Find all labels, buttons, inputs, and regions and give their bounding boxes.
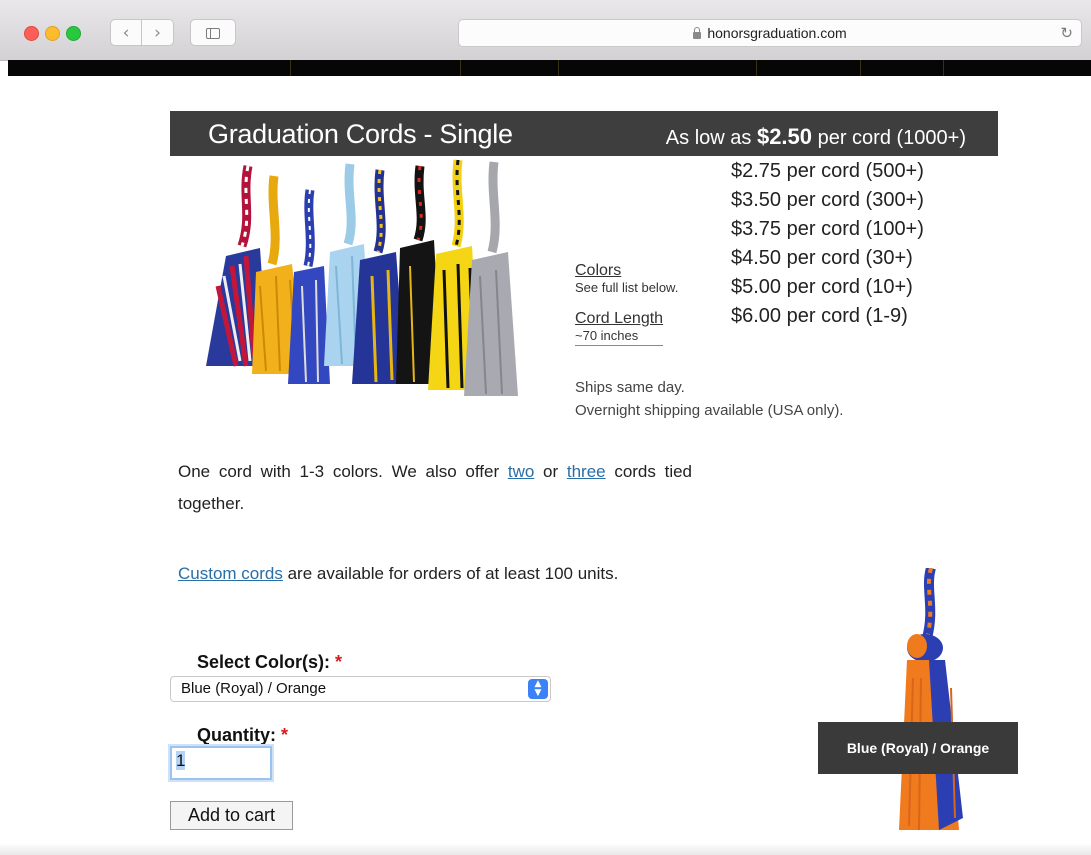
quantity-label: Quantity: * [197, 725, 288, 746]
sidebar-toggle-button[interactable] [190, 19, 236, 46]
cord-royal-blue-white [288, 189, 330, 384]
back-button[interactable]: ‹ [110, 19, 142, 46]
forward-button[interactable]: › [142, 19, 174, 46]
minimize-window-button[interactable] [45, 26, 60, 41]
required-marker: * [281, 725, 289, 745]
required-marker: * [335, 652, 343, 672]
product-banner: Graduation Cords - Single As low as $2.5… [170, 111, 998, 156]
add-to-cart-button[interactable]: Add to cart [170, 801, 293, 830]
cord-length-value: ~70 inches [575, 328, 639, 343]
quantity-value: 1 [176, 751, 186, 770]
custom-cords-link[interactable]: Custom cords [178, 564, 283, 583]
colors-label: Colors [575, 262, 622, 279]
cord-length-label: Cord Length [575, 310, 664, 327]
url-text: honorsgraduation.com [707, 25, 847, 41]
color-preview-caption: Blue (Royal) / Orange [818, 722, 1018, 774]
select-color-label: Select Color(s): * [197, 652, 342, 673]
custom-cords-note: Custom cords are available for orders of… [178, 558, 692, 590]
color-select-value: Blue (Royal) / Orange [181, 680, 327, 697]
browser-toolbar: ‹ › honorsgraduation.com ↻ [0, 0, 1091, 61]
close-window-button[interactable] [24, 26, 39, 41]
desc-text: are available for orders of at least 100… [282, 564, 619, 583]
price-tier: $4.50 per cord (30+) [731, 247, 913, 269]
overnight-shipping: Overnight shipping available (USA only). [575, 402, 844, 419]
site-nav-bar [8, 60, 1091, 76]
colors-note: See full list below. [575, 280, 679, 295]
price-value: $2.50 [756, 124, 813, 149]
sidebar-icon [206, 27, 220, 39]
cord-length-spec: Cord Length ~70 inches [575, 310, 664, 346]
shipping-info: Ships same day. Overnight shipping avail… [575, 376, 843, 422]
desc-text: or [534, 462, 567, 481]
desc-text: One cord with 1-3 colors. We also offer [178, 462, 508, 481]
two-cords-link[interactable]: two [508, 462, 534, 481]
three-cords-link[interactable]: three [567, 462, 606, 481]
price-tier: $6.00 per cord (1-9) [731, 305, 908, 327]
product-title: Graduation Cords - Single [208, 119, 513, 149]
price-tier: $3.75 per cord (100+) [731, 218, 924, 240]
quantity-text: Quantity: [197, 725, 276, 745]
chevron-right-icon: › [154, 23, 161, 43]
select-updown-icon: ▲ ▼ [528, 679, 548, 699]
lowest-price: As low as $2.50 per cord (1000+) [666, 124, 966, 150]
quantity-input[interactable]: 1 [170, 746, 272, 780]
address-bar[interactable]: honorsgraduation.com ↻ [458, 19, 1082, 47]
price-prefix: As low as [665, 127, 757, 149]
reload-icon[interactable]: ↻ [1060, 20, 1073, 46]
lock-icon [693, 26, 702, 39]
selected-cord-preview-image [899, 568, 963, 831]
price-tier: $5.00 per cord (10+) [731, 276, 913, 298]
zoom-window-button[interactable] [66, 26, 81, 41]
price-tier-list: $2.75 per cord (500+) $3.50 per cord (30… [731, 160, 924, 334]
chevron-left-icon: ‹ [122, 23, 130, 43]
product-description: One cord with 1-3 colors. We also offer … [178, 456, 692, 520]
select-color-text: Select Color(s): [197, 652, 331, 672]
ships-same-day: Ships same day. [575, 379, 685, 396]
price-suffix: per cord (1000+) [812, 127, 966, 149]
color-select[interactable]: Blue (Royal) / Orange ▲ ▼ [170, 676, 551, 702]
cord-silver [464, 161, 518, 396]
colors-spec: Colors See full list below. [575, 262, 678, 295]
price-tier: $2.75 per cord (500+) [731, 160, 924, 182]
graduation-cords-image [206, 159, 518, 396]
price-tier: $3.50 per cord (300+) [731, 189, 924, 211]
